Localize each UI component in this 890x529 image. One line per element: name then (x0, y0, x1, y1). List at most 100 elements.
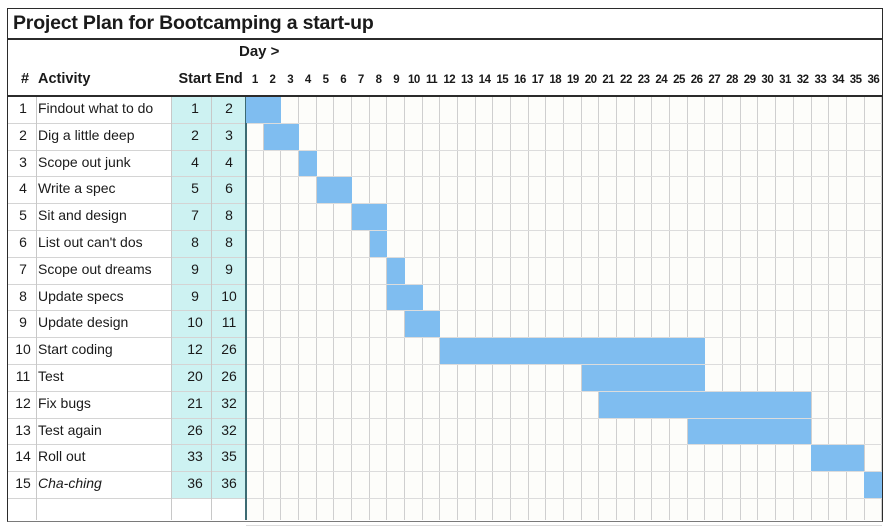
day-tick-7: 7 (357, 74, 364, 86)
row-start-day: 5 (191, 180, 199, 197)
gantt-bar[interactable] (440, 338, 706, 364)
row-number: 5 (19, 207, 27, 224)
row-end-day: 8 (225, 207, 233, 224)
row-start-day: 9 (191, 287, 199, 304)
day-tick-24: 24 (655, 74, 668, 86)
divider-start-end (211, 97, 212, 520)
gantt-bar[interactable] (387, 284, 423, 311)
row-end-day: 2 (225, 100, 233, 116)
day-tick-13: 13 (461, 74, 473, 86)
row-end-day: 32 (221, 394, 237, 411)
row-start-day: 4 (191, 153, 199, 170)
day-tick-10: 10 (407, 74, 420, 86)
row-number: 10 (15, 341, 31, 358)
day-tick-6: 6 (340, 74, 347, 86)
row-number: 1 (19, 100, 27, 116)
gantt-bar[interactable] (352, 204, 388, 230)
day-tick-34: 34 (832, 74, 844, 86)
day-tick-14: 14 (478, 74, 491, 86)
row-start-day: 8 (191, 233, 199, 250)
gantt-bar[interactable] (581, 365, 706, 391)
row-activity-name: Cha-ching (38, 475, 102, 492)
gantt-bar[interactable] (263, 123, 299, 150)
day-axis-label: Day > (239, 43, 280, 60)
column-header-number: # (20, 71, 30, 87)
row-start-day: 21 (187, 394, 203, 411)
day-tick-33: 33 (814, 74, 827, 86)
row-number: 15 (15, 475, 31, 492)
day-tick-23: 23 (637, 74, 650, 86)
gantt-bar[interactable] (405, 311, 441, 338)
day-tick-4: 4 (304, 74, 311, 86)
row-end-day: 10 (221, 287, 237, 304)
day-tick-20: 20 (584, 74, 597, 86)
row-number: 7 (19, 260, 27, 277)
row-number: 2 (19, 126, 27, 143)
day-tick-3: 3 (287, 74, 294, 86)
day-header-row: Day > (8, 40, 882, 66)
day-tick-28: 28 (726, 74, 738, 86)
row-activity-name: Test (38, 367, 64, 384)
gantt-bar[interactable] (687, 418, 812, 445)
title-bar: Project Plan for Bootcamping a start-up (7, 8, 883, 40)
row-number: 3 (19, 153, 27, 170)
row-start-day: 26 (187, 421, 203, 438)
day-tick-36: 36 (867, 74, 880, 86)
day-tick-25: 25 (673, 74, 685, 86)
row-end-day: 26 (221, 341, 237, 358)
row-activity-name: Start coding (38, 341, 113, 358)
day-tick-22: 22 (620, 74, 632, 86)
day-tick-labels: 1 2 3 4 5 6 7 8 9 10 11 12 13 14 15 16 17 18 19 20 21 22 23 24 2… (246, 66, 882, 95)
row-activity-name: Dig a little deep (38, 126, 135, 143)
row-start-day: 36 (187, 475, 203, 492)
day-tick-19: 19 (567, 74, 579, 86)
row-end-day: 6 (225, 180, 233, 197)
row-start-day: 10 (187, 314, 203, 331)
day-tick-5: 5 (322, 74, 329, 86)
row-number: 4 (19, 180, 27, 197)
gantt-bars (246, 97, 882, 520)
gantt-grid (246, 97, 883, 526)
row-start-day: 9 (191, 260, 199, 277)
gantt-bar[interactable] (246, 97, 282, 123)
row-end-day: 4 (225, 153, 233, 170)
day-tick-16: 16 (514, 74, 526, 86)
divider-activity-start (171, 97, 172, 520)
gantt-chart-app: Project Plan for Bootcamping a start-up … (0, 0, 890, 529)
gantt-bar[interactable] (299, 150, 317, 177)
day-tick-18: 18 (549, 74, 562, 86)
row-activity-name: Write a spec (38, 180, 116, 197)
row-end-day: 36 (221, 475, 237, 492)
row-start-day: 33 (187, 448, 203, 465)
gantt-bar[interactable] (387, 257, 405, 284)
gantt-bar[interactable] (811, 445, 865, 472)
column-header-start: Start (178, 71, 212, 87)
divider-number-activity (36, 97, 37, 520)
row-start-day: 20 (187, 367, 203, 384)
row-number: 14 (15, 448, 31, 465)
row-number: 12 (15, 394, 31, 411)
day-tick-1: 1 (251, 74, 258, 86)
row-activity-name: Findout what to do (38, 100, 154, 116)
row-start-day: 12 (187, 341, 203, 358)
gantt-bar[interactable] (864, 472, 882, 498)
day-tick-9: 9 (393, 74, 400, 86)
row-start-day: 1 (191, 100, 199, 116)
table-body: 1 Findout what to do 1 2 2 Dig a little deep 2… (8, 97, 883, 526)
gantt-bar[interactable] (369, 231, 388, 257)
day-tick-11: 11 (425, 74, 438, 86)
day-tick-35: 35 (849, 74, 862, 86)
row-number: 11 (15, 367, 31, 384)
row-activity-name: Scope out junk (38, 153, 131, 170)
project-plan-table: Day > # Activity Start End 1 2 3 4 5 6 7 8 9 10 11… (7, 40, 883, 526)
day-tick-29: 29 (743, 74, 756, 86)
day-tick-26: 26 (690, 74, 703, 86)
row-activity-name: List out can't dos (38, 233, 143, 250)
row-activity-name: Scope out dreams (38, 260, 152, 277)
row-end-day: 8 (225, 233, 233, 250)
row-number: 13 (15, 421, 31, 438)
row-number: 8 (19, 287, 27, 304)
day-tick-31: 31 (779, 74, 791, 86)
gantt-bar[interactable] (599, 391, 812, 418)
gantt-bar[interactable] (316, 177, 352, 204)
